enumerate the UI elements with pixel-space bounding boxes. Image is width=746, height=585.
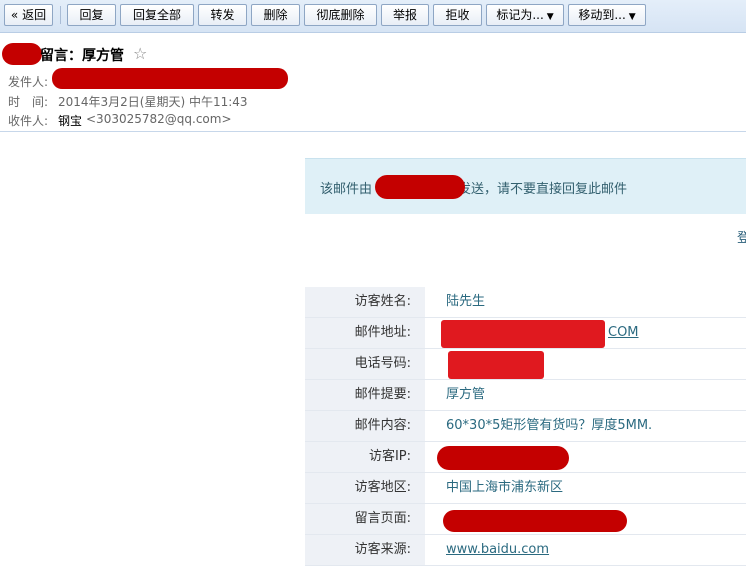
- email-address-label: 邮件地址:: [305, 318, 425, 348]
- delete-permanent-button[interactable]: 彻底删除: [304, 4, 377, 26]
- page-label: 留言页面:: [305, 504, 425, 534]
- email-subject: 留言：厚方管: [40, 48, 124, 64]
- login-link[interactable]: 登: [737, 227, 746, 246]
- to-label: 收件人:: [8, 114, 49, 128]
- table-row: 邮件提要: 厚方管: [305, 380, 746, 411]
- source-link[interactable]: www.baidu.com: [446, 542, 549, 557]
- row-divider: [305, 317, 746, 318]
- to-address[interactable]: <303025782@qq.com>: [86, 112, 232, 126]
- content-value: 60*30*5矩形管有货吗？厚度5MM.: [426, 411, 746, 441]
- visitor-info-table: 访客姓名: 陆先生 邮件地址: COM 电话号码: 5 邮件提要: 厚方管 邮件…: [305, 287, 746, 566]
- table-row: 邮件地址: COM: [305, 318, 746, 349]
- table-row: 访客姓名: 陆先生: [305, 287, 746, 318]
- row-divider: [305, 503, 746, 504]
- ip-label: 访客IP:: [305, 442, 425, 472]
- back-button[interactable]: « 返回: [4, 4, 53, 26]
- table-row: 访客地区: 中国上海市浦东新区: [305, 473, 746, 504]
- row-divider: [305, 565, 746, 566]
- table-row: 访客来源: www.baidu.com: [305, 535, 746, 566]
- reply-button[interactable]: 回复: [67, 4, 116, 26]
- table-row: 邮件内容: 60*30*5矩形管有货吗？厚度5MM.: [305, 411, 746, 442]
- mark-as-dropdown[interactable]: 标记为... ▼: [486, 4, 564, 26]
- time-label: 时 间:: [8, 95, 49, 109]
- redaction-mark: [52, 68, 288, 89]
- toolbar-separator: [60, 6, 61, 24]
- row-divider: [305, 534, 746, 535]
- reject-button[interactable]: 拒收: [433, 4, 482, 26]
- summary-label: 邮件提要:: [305, 380, 425, 410]
- row-divider: [305, 379, 746, 380]
- from-label: 发件人:: [8, 75, 49, 89]
- table-row: 访客IP:: [305, 442, 746, 473]
- report-button[interactable]: 举报: [381, 4, 429, 26]
- reply-all-button[interactable]: 回复全部: [120, 4, 194, 26]
- redaction-mark: [2, 43, 42, 65]
- email-header: 留言：厚方管 ☆ 发件人: 时 间: 2014年3月2日(星期天) 中午11:4…: [0, 33, 746, 132]
- redaction-mark: [437, 446, 569, 470]
- redaction-mark: [443, 510, 627, 532]
- redaction-mark: [448, 351, 544, 379]
- chevron-down-icon: ▼: [546, 12, 554, 22]
- row-divider: [305, 441, 746, 442]
- notice-suffix: 发送，请不要直接回复此邮件: [458, 182, 628, 197]
- content-label: 邮件内容:: [305, 411, 425, 441]
- notice-prefix: 该邮件由: [320, 182, 373, 197]
- star-icon[interactable]: ☆: [133, 44, 147, 63]
- move-to-label: 移动到...: [578, 8, 626, 22]
- region-value: 中国上海市浦东新区: [426, 473, 746, 503]
- table-row: 留言页面:: [305, 504, 746, 535]
- mark-as-label: 标记为...: [496, 8, 544, 22]
- table-row: 电话号码: 5: [305, 349, 746, 380]
- row-divider: [305, 472, 746, 473]
- row-divider: [305, 410, 746, 411]
- region-label: 访客地区:: [305, 473, 425, 503]
- to-name[interactable]: 钢宝: [58, 112, 82, 129]
- phone-label: 电话号码:: [305, 349, 425, 379]
- time-value: 2014年3月2日(星期天) 中午11:43: [58, 95, 248, 109]
- move-to-dropdown[interactable]: 移动到... ▼: [568, 4, 646, 26]
- notice-banner: 该邮件由 发送，请不要直接回复此邮件: [305, 158, 746, 214]
- redaction-mark: [375, 175, 465, 199]
- row-divider: [305, 348, 746, 349]
- chevron-down-icon: ▼: [628, 12, 636, 22]
- redaction-mark: [441, 320, 605, 348]
- delete-button[interactable]: 删除: [251, 4, 300, 26]
- forward-button[interactable]: 转发: [198, 4, 247, 26]
- mail-toolbar: « 返回 回复 回复全部 转发 删除 彻底删除 举报 拒收 标记为... ▼ 移动…: [0, 0, 746, 33]
- notice-text: 该邮件由 发送，请不要直接回复此邮件: [320, 178, 627, 197]
- email-address-link[interactable]: COM: [608, 325, 639, 340]
- summary-value: 厚方管: [426, 380, 746, 410]
- visitor-name-value: 陆先生: [426, 287, 746, 317]
- source-value[interactable]: www.baidu.com: [426, 535, 746, 565]
- visitor-name-label: 访客姓名:: [305, 287, 425, 317]
- source-label: 访客来源:: [305, 535, 425, 565]
